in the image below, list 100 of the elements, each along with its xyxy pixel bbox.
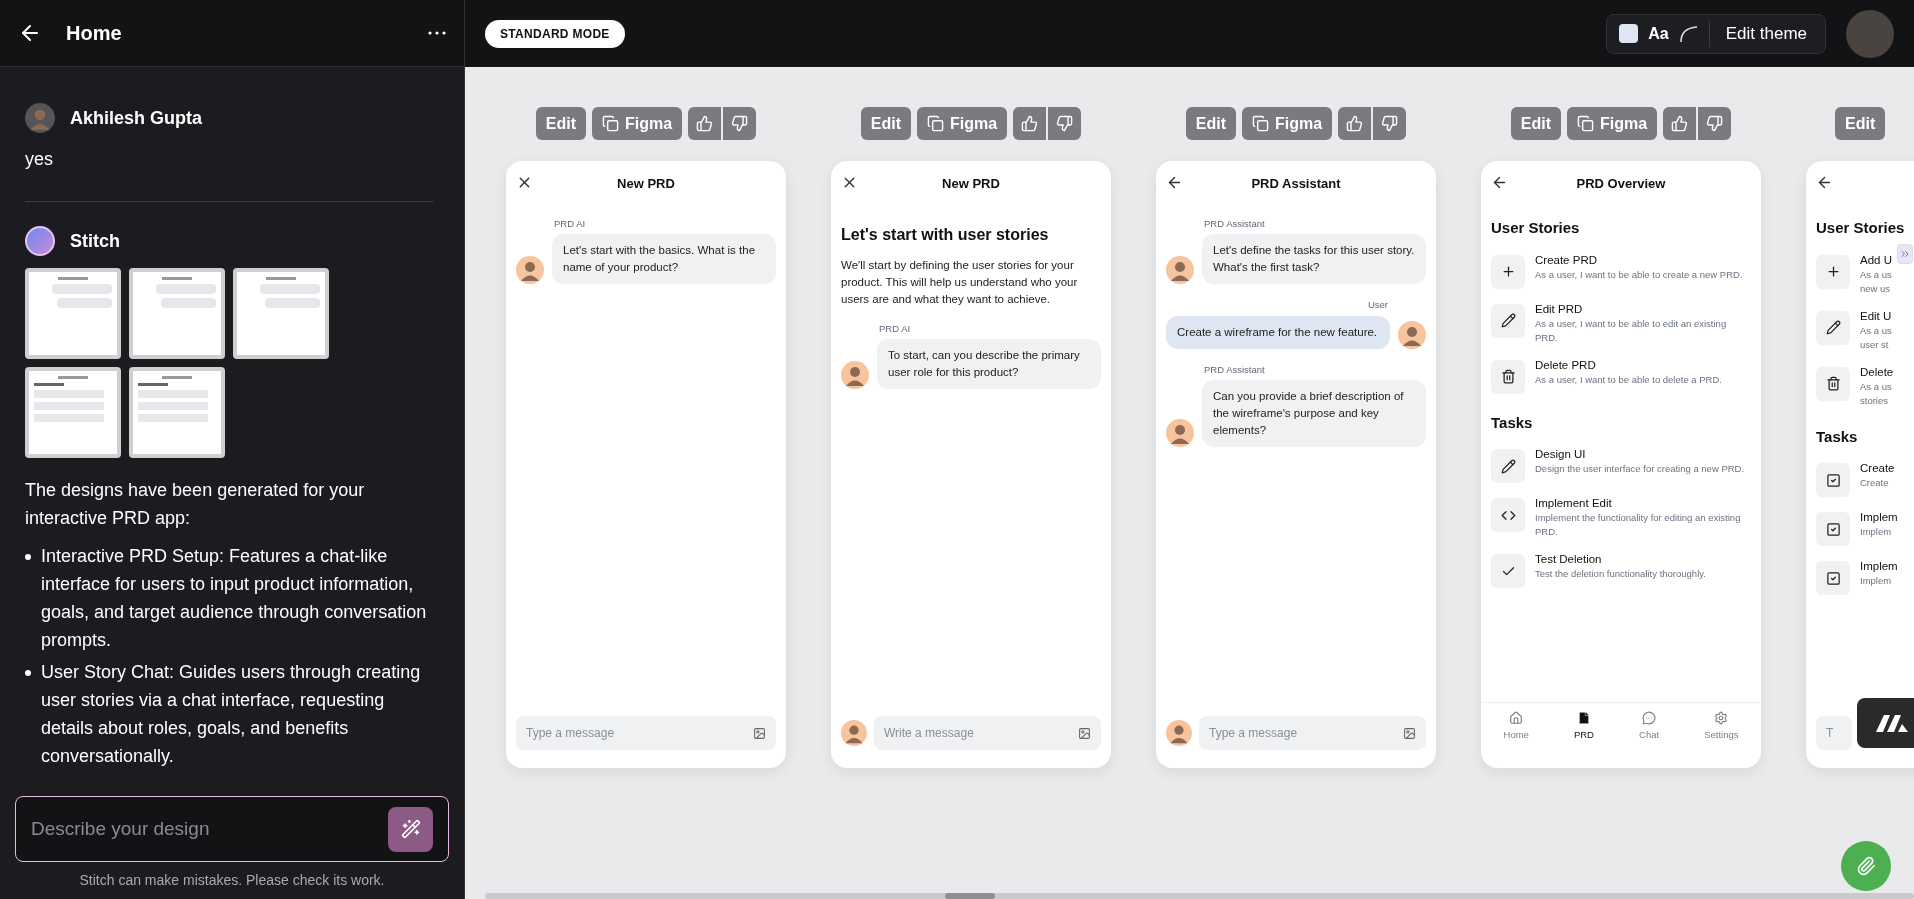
section-heading: Tasks	[1816, 426, 1859, 447]
message-text: yes	[25, 148, 54, 171]
sender-label: PRD AI	[554, 217, 587, 231]
item-description: Implem	[1860, 525, 1893, 539]
image-icon	[1078, 726, 1091, 740]
avatar	[516, 256, 544, 285]
item-title: Delete	[1860, 364, 1894, 380]
copy-icon	[1577, 115, 1595, 132]
design-prompt-input[interactable]: Describe your design	[15, 796, 449, 862]
item-title: Implement Edit	[1535, 496, 1613, 511]
thumbs-up-button[interactable]	[1663, 107, 1697, 140]
design-thumbnail[interactable]	[25, 367, 121, 458]
chevrons-icon	[1899, 248, 1911, 260]
thumbs-down-icon	[1056, 115, 1074, 132]
avatar	[1398, 320, 1426, 349]
home-icon	[1509, 711, 1524, 725]
item-description: Implement the functionality for editing an existing PRD.	[1535, 511, 1742, 539]
nav-tab[interactable]: Settings	[1704, 711, 1739, 743]
pencil-icon	[1500, 458, 1516, 474]
horizontal-scrollbar[interactable]	[485, 893, 1914, 899]
trash-icon	[1500, 369, 1516, 384]
more-button[interactable]	[428, 31, 446, 35]
back-button[interactable]	[1166, 174, 1183, 191]
collapse-button[interactable]	[1897, 244, 1913, 264]
thumbs-up-button[interactable]	[1338, 107, 1372, 140]
message-input[interactable]: Write a message	[874, 716, 1101, 750]
avatar	[841, 361, 869, 390]
thumbs-up-button[interactable]	[1013, 107, 1047, 140]
assistant-fab[interactable]	[1841, 841, 1891, 891]
more-icon	[428, 31, 446, 35]
edit-button[interactable]: Edit	[860, 107, 912, 140]
generate-button[interactable]	[388, 806, 433, 852]
thumbs-down-icon	[731, 115, 749, 132]
bullet-text: User Story Chat: Guides users through creating user stories via a chat interface, requesting details about roles, goals, and benefits conversationally.	[41, 661, 422, 768]
item-description: As a us new us	[1860, 267, 1892, 296]
thumbs-down-button[interactable]	[1698, 107, 1732, 140]
design-thumbnail[interactable]	[129, 268, 225, 359]
edit-button[interactable]: Edit	[1185, 107, 1237, 140]
magic-wand-icon	[400, 819, 421, 839]
thumbs-down-button[interactable]	[723, 107, 757, 140]
item-title: Design UI	[1535, 447, 1587, 462]
user-message: Create a wireframe for the new feature.	[1166, 315, 1390, 349]
item-title: Edit U	[1860, 308, 1892, 324]
edit-button[interactable]: Edit	[1835, 107, 1886, 140]
avatar	[1166, 418, 1194, 447]
nav-tab[interactable]: Home	[1503, 711, 1529, 743]
message-input[interactable]: Type a message	[516, 716, 776, 750]
item-description: Test the deletion functionality thoroughly.	[1535, 567, 1706, 581]
checkbox-icon	[1825, 570, 1841, 586]
user-avatar	[25, 103, 55, 133]
chat-icon	[1642, 711, 1657, 725]
figma-button[interactable]: Figma	[917, 107, 1008, 140]
edit-button[interactable]: Edit	[1510, 107, 1562, 140]
pencil-icon	[1500, 313, 1516, 328]
item-title: Implem	[1860, 510, 1898, 525]
figma-button[interactable]: Figma	[1242, 107, 1333, 140]
disclaimer-text: Stitch can make mistakes. Please check its work.	[78, 871, 386, 890]
item-title: Implem	[1860, 559, 1898, 574]
checkbox-icon	[1825, 521, 1841, 537]
item-title: Test Deletion	[1535, 552, 1603, 567]
edit-button[interactable]: Edit	[535, 107, 587, 140]
screen-title: New PRD	[617, 175, 675, 194]
thumbs-down-button[interactable]	[1373, 107, 1407, 140]
edit-theme-button[interactable]: Edit theme	[1719, 20, 1813, 47]
thumbs-down-button[interactable]	[1048, 107, 1082, 140]
figma-button[interactable]: Figma	[592, 107, 683, 140]
checkbox-icon	[1825, 472, 1841, 488]
sender-label: PRD Assistant	[1204, 217, 1266, 231]
item-description: As a us stories	[1860, 379, 1893, 408]
design-thumbnail[interactable]	[25, 268, 121, 359]
design-thumbnail[interactable]	[233, 268, 329, 359]
color-swatch-icon	[1619, 24, 1639, 43]
thumbs-up-icon	[1021, 115, 1039, 132]
message-input[interactable]: Type a message	[1199, 716, 1426, 750]
sender-label: User	[1367, 298, 1388, 313]
back-button[interactable]	[1491, 174, 1508, 191]
thumbs-up-button[interactable]	[688, 107, 722, 140]
font-sample: Aa	[1648, 23, 1669, 44]
item-description: As a user, I want to be able to edit an existing PRD.	[1535, 316, 1728, 345]
item-description: As a us user st	[1860, 323, 1892, 352]
thumbs-up-icon	[696, 115, 714, 132]
image-icon	[753, 726, 766, 740]
message-input[interactable]: T	[1816, 716, 1852, 750]
section-heading: User Stories	[1491, 218, 1581, 238]
assistant-message: To start, can you describe the primary user role for this product?	[877, 339, 1101, 390]
item-description: As a user, I want to be able to create a new PRD.	[1535, 267, 1743, 282]
app-logo-badge[interactable]	[1857, 698, 1914, 748]
sender-label: PRD AI	[879, 322, 912, 336]
thumbs-down-icon	[1381, 115, 1399, 132]
bullet-text: Interactive PRD Setup: Features a chat-like interface for users to input product information, goals, and target audience through conversation prompts.	[41, 545, 428, 652]
design-thumbnail[interactable]	[129, 367, 225, 458]
figma-button[interactable]: Figma	[1567, 107, 1658, 140]
nav-tab[interactable]: PRD	[1573, 711, 1594, 743]
nav-tab[interactable]: Chat	[1639, 711, 1660, 743]
item-description: Create	[1860, 476, 1890, 490]
back-arrow-icon	[1491, 174, 1508, 191]
back-arrow-icon	[1816, 174, 1833, 191]
avatar	[1166, 256, 1194, 285]
section-heading: User Stories	[1816, 218, 1906, 238]
back-button[interactable]	[1816, 174, 1833, 191]
